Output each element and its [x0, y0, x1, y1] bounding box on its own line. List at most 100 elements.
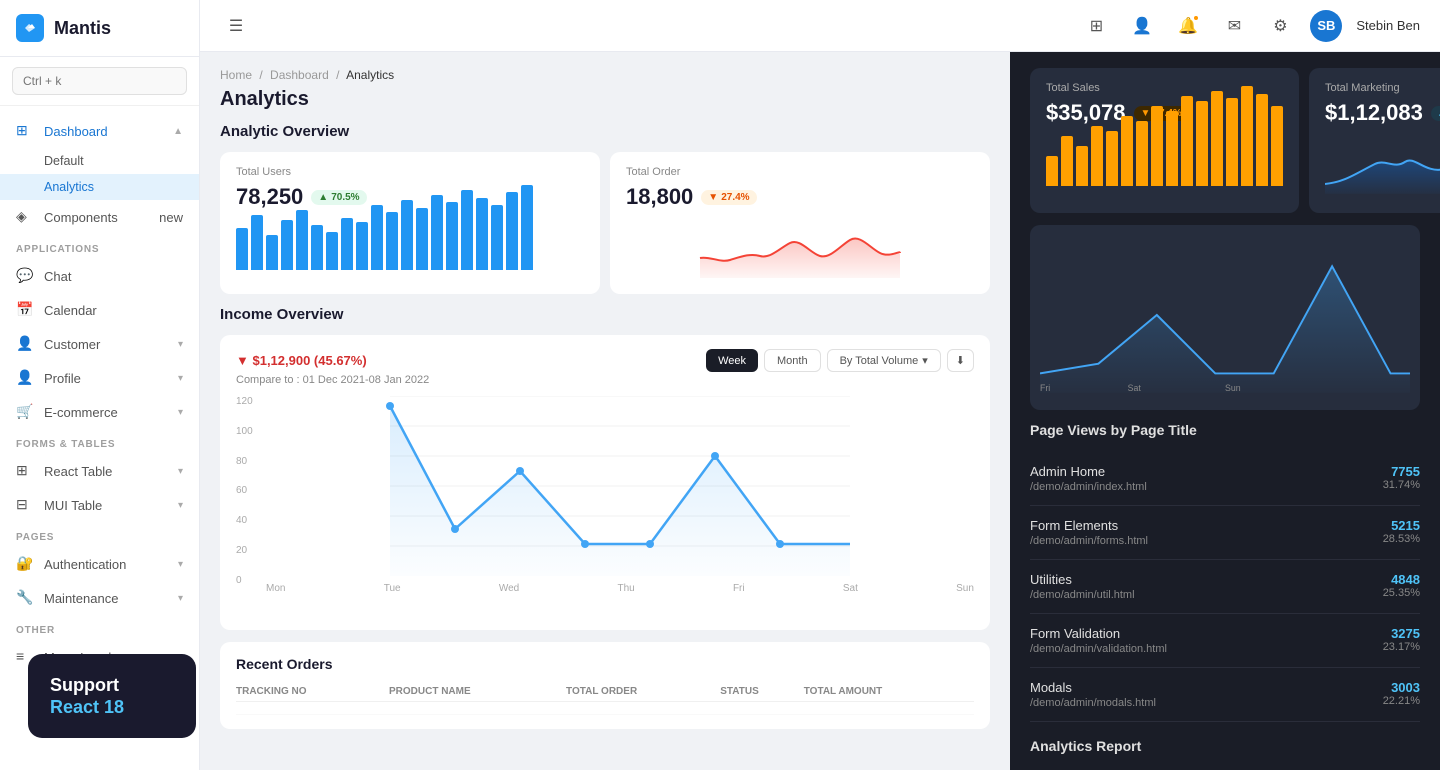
sidebar-item-react-table[interactable]: ⊞ React Table ▾ — [0, 454, 199, 488]
sidebar-item-analytics[interactable]: Analytics — [0, 174, 199, 200]
chart-dot — [451, 525, 459, 533]
sidebar-react-table-label: React Table — [44, 464, 178, 479]
sidebar-item-components[interactable]: ◈ Components new — [0, 200, 199, 234]
bar — [1196, 101, 1208, 186]
chevron-up-icon: ▲ — [173, 126, 183, 137]
month-button[interactable]: Month — [764, 349, 821, 372]
bar — [416, 208, 428, 270]
bar — [1076, 146, 1088, 186]
page-view-info-3: Utilities /demo/admin/util.html — [1030, 572, 1383, 601]
search-bar[interactable] — [0, 57, 199, 106]
svg-text:Sat: Sat — [1128, 383, 1142, 393]
y-label-80: 80 — [236, 456, 253, 467]
profile-icon-topbar[interactable]: 👤 — [1126, 10, 1158, 42]
mail-icon[interactable]: ✉ — [1218, 10, 1250, 42]
page-view-count-4: 3275 — [1383, 626, 1420, 641]
sidebar-item-mui-table[interactable]: ⊟ MUI Table ▾ — [0, 488, 199, 522]
bar — [1136, 121, 1148, 186]
income-overview-card: ▼ $1,12,900 (45.67%) Week Month By Total… — [220, 335, 990, 630]
x-label-mon: Mon — [266, 583, 285, 594]
recent-orders-card: Recent Orders TRACKING NO PRODUCT NAME T… — [220, 642, 990, 729]
dark-stat-cards-row: Total Sales $35,078 ▼ 27.4% — [1030, 68, 1420, 213]
mui-table-icon: ⊟ — [16, 496, 34, 514]
sidebar-item-default[interactable]: Default — [0, 148, 199, 174]
app-name: Mantis — [54, 18, 111, 39]
breadcrumb-dashboard[interactable]: Dashboard — [270, 68, 329, 82]
left-panel: Home / Dashboard / Analytics Analytics A… — [200, 52, 1010, 770]
page-view-url-5: /demo/admin/modals.html — [1030, 697, 1383, 709]
marketing-chart — [1325, 134, 1440, 194]
week-button[interactable]: Week — [706, 349, 758, 372]
bar — [1061, 136, 1073, 186]
col-status: STATUS — [720, 682, 804, 702]
support-title: Support — [50, 674, 174, 697]
sidebar-item-maintenance[interactable]: 🔧 Maintenance ▾ — [0, 581, 199, 615]
section-pages: Pages — [0, 522, 199, 547]
sidebar-item-dashboard[interactable]: ⊞ Dashboard ▲ — [0, 114, 199, 148]
menu-toggle-icon[interactable]: ☰ — [220, 10, 252, 42]
page-view-item-4: Form Validation /demo/admin/validation.h… — [1030, 614, 1420, 668]
bar — [506, 192, 518, 270]
y-label-100: 100 — [236, 426, 253, 437]
bar — [1121, 116, 1133, 186]
x-label-thu: Thu — [617, 583, 634, 594]
sidebar-item-authentication[interactable]: 🔐 Authentication ▾ — [0, 547, 199, 581]
bar — [1256, 94, 1268, 186]
bar — [266, 235, 278, 270]
sidebar-item-chat[interactable]: 💬 Chat — [0, 259, 199, 293]
chevron-down-icon-profile: ▾ — [178, 373, 183, 384]
page-view-info-2: Form Elements /demo/admin/forms.html — [1030, 518, 1383, 547]
total-order-card: Total Order 18,800 ▼27.4% — [610, 152, 990, 294]
page-view-pct-3: 25.35% — [1383, 587, 1420, 599]
chart-dot — [646, 540, 654, 548]
download-button[interactable]: ⬇ — [947, 349, 974, 372]
topbar-left: ☰ — [220, 10, 252, 42]
search-input[interactable] — [12, 67, 187, 95]
sidebar-item-profile[interactable]: 👤 Profile ▾ — [0, 361, 199, 395]
section-other: Other — [0, 615, 199, 640]
recent-orders-title: Recent Orders — [236, 656, 974, 672]
bar — [341, 218, 353, 270]
page-view-name-1: Admin Home — [1030, 464, 1383, 479]
page-view-pct-5: 22.21% — [1383, 695, 1420, 707]
page-view-url-3: /demo/admin/util.html — [1030, 589, 1383, 601]
col-total-amount: TOTAL AMOUNT — [804, 682, 974, 702]
total-users-label: Total Users — [236, 166, 584, 178]
bar — [1106, 131, 1118, 186]
volume-button[interactable]: By Total Volume ▾ — [827, 349, 941, 372]
sidebar-customer-label: Customer — [44, 337, 178, 352]
page-view-item-1: Admin Home /demo/admin/index.html 7755 3… — [1030, 452, 1420, 506]
income-line-chart — [266, 396, 974, 576]
page-view-item-2: Form Elements /demo/admin/forms.html 521… — [1030, 506, 1420, 560]
app-logo[interactable]: Mantis — [0, 0, 199, 57]
main-area: ☰ ⊞ 👤 🔔 ✉ ⚙ SB Stebin Ben Home / Dashboa… — [200, 0, 1440, 770]
y-label-0: 0 — [236, 575, 253, 586]
bar — [476, 198, 488, 270]
bar — [491, 205, 503, 270]
sidebar-item-customer[interactable]: 👤 Customer ▾ — [0, 327, 199, 361]
notification-badge — [1192, 14, 1200, 22]
total-users-badge: ▲70.5% — [311, 190, 366, 205]
sidebar-item-calendar[interactable]: 📅 Calendar — [0, 293, 199, 327]
page-title: Analytics — [220, 88, 990, 111]
breadcrumb-sep2: / — [336, 68, 339, 82]
grid-view-icon[interactable]: ⊞ — [1080, 10, 1112, 42]
x-label-wed: Wed — [499, 583, 519, 594]
auth-icon: 🔐 — [16, 555, 34, 573]
section-forms-tables: Forms & Tables — [0, 429, 199, 454]
page-view-name-3: Utilities — [1030, 572, 1383, 587]
section-applications: Applications — [0, 234, 199, 259]
page-view-stats-5: 3003 22.21% — [1383, 680, 1420, 707]
settings-icon[interactable]: ⚙ — [1264, 10, 1296, 42]
avatar[interactable]: SB — [1310, 10, 1342, 42]
support-popup[interactable]: Support React 18 — [28, 654, 196, 738]
orders-table: TRACKING NO PRODUCT NAME TOTAL ORDER STA… — [236, 682, 974, 715]
chart-dot — [711, 452, 719, 460]
customer-icon: 👤 — [16, 335, 34, 353]
breadcrumb-home[interactable]: Home — [220, 68, 252, 82]
topbar: ☰ ⊞ 👤 🔔 ✉ ⚙ SB Stebin Ben — [200, 0, 1440, 52]
notification-icon[interactable]: 🔔 — [1172, 10, 1204, 42]
y-label-120: 120 — [236, 396, 253, 407]
bar — [1091, 126, 1103, 186]
sidebar-item-ecommerce[interactable]: 🛒 E-commerce ▾ — [0, 395, 199, 429]
